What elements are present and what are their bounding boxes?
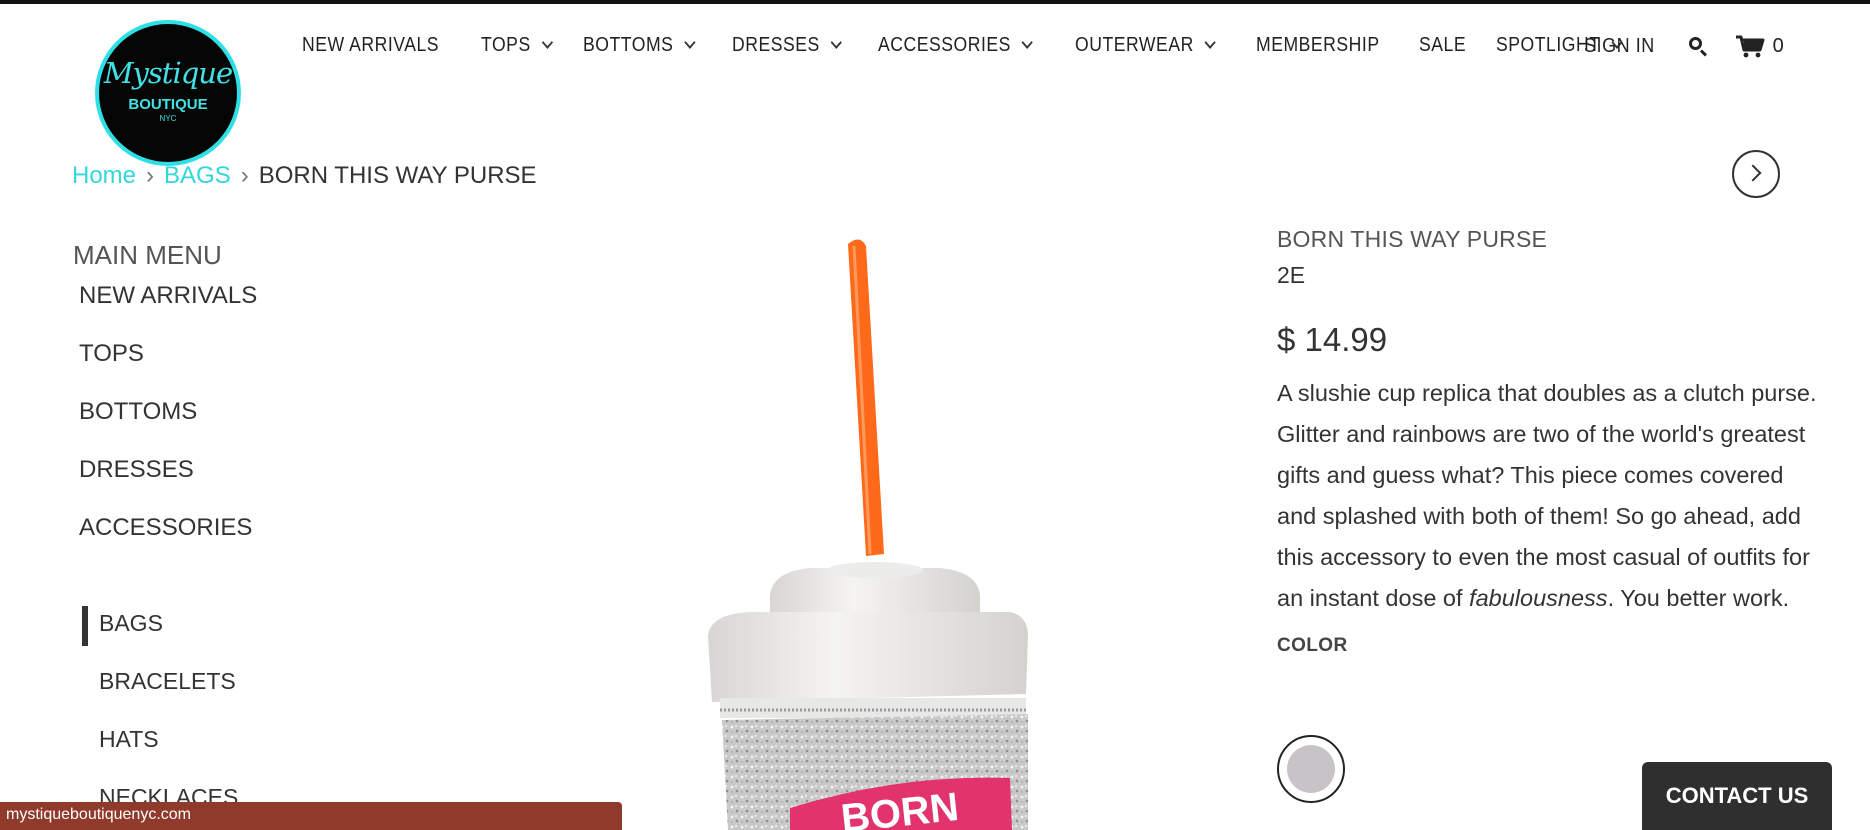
product-title: BORN THIS WAY PURSE bbox=[1277, 226, 1548, 252]
product-price: $ 14.99 bbox=[1277, 321, 1388, 358]
product-description: A slushie cup replica that doubles as a … bbox=[1277, 373, 1817, 619]
cart-icon[interactable] bbox=[1735, 34, 1765, 58]
nav-item-membership[interactable]: MEMBERSHIP bbox=[1256, 34, 1380, 57]
chevron-down-icon bbox=[541, 36, 553, 49]
sign-in-link[interactable]: SIGN IN bbox=[1584, 35, 1655, 58]
nav-item-new-arrivals[interactable]: NEW ARRIVALS bbox=[302, 34, 439, 57]
nav-label: SALE bbox=[1419, 34, 1467, 56]
description-main: A slushie cup replica that doubles as a … bbox=[1277, 380, 1817, 611]
nav-item-dresses[interactable]: DRESSES bbox=[732, 34, 842, 57]
nav-item-sale[interactable]: SALE bbox=[1419, 34, 1466, 57]
header-actions: SIGN IN 0 bbox=[1584, 34, 1784, 58]
lid-rim bbox=[708, 612, 1028, 702]
sidebar-item-tops[interactable]: TOPS bbox=[79, 340, 144, 368]
breadcrumb-current: BORN THIS WAY PURSE bbox=[258, 162, 537, 189]
nav-label: OUTERWEAR bbox=[1074, 34, 1194, 56]
sidebar-item-new-arrivals[interactable]: NEW ARRIVALS bbox=[79, 282, 257, 310]
cart-count[interactable]: 0 bbox=[1773, 35, 1785, 58]
chevron-down-icon bbox=[1021, 36, 1033, 49]
nav-label: TOPS bbox=[480, 34, 531, 56]
chevron-down-icon bbox=[1204, 36, 1216, 49]
logo[interactable]: Mystique BOUTIQUE NYC bbox=[95, 20, 241, 166]
product-info: BORN THIS WAY PURSE 2E $ 14.99 A slushie… bbox=[1277, 226, 1817, 803]
sidebar-item-accessories[interactable]: ACCESSORIES bbox=[79, 514, 252, 542]
color-swatch[interactable] bbox=[1277, 735, 1345, 803]
description-emphasis: fabulousness bbox=[1469, 585, 1608, 611]
nav-item-outerwear[interactable]: OUTERWEAR bbox=[1074, 34, 1216, 57]
chevron-down-icon bbox=[684, 36, 696, 49]
main-nav: NEW ARRIVALS TOPS BOTTOMS DRESSES ACCESS… bbox=[302, 34, 1661, 57]
logo-nyc: NYC bbox=[159, 114, 177, 123]
description-end: . You better work. bbox=[1607, 585, 1790, 611]
sidebar-item-dresses[interactable]: DRESSES bbox=[79, 456, 194, 484]
product-sku: 2E bbox=[1277, 262, 1306, 288]
nav-label: ACCESSORIES bbox=[877, 34, 1011, 56]
search-icon[interactable] bbox=[1687, 35, 1709, 57]
status-bar-url: mystiqueboutiquenyc.com bbox=[0, 802, 622, 830]
nav-item-accessories[interactable]: ACCESSORIES bbox=[877, 34, 1033, 57]
slushie-cup-purse-illustration: BORN bbox=[708, 239, 1028, 830]
logo-boutique: BOUTIQUE bbox=[128, 96, 208, 113]
contact-us-button[interactable]: CONTACT US bbox=[1642, 762, 1832, 830]
sidebar: MAIN MENU NEW ARRIVALS TOPS BOTTOMS DRES… bbox=[0, 154, 257, 830]
nav-label: MEMBERSHIP bbox=[1255, 34, 1380, 56]
next-product-icon[interactable] bbox=[1732, 150, 1780, 198]
chevron-down-icon bbox=[830, 36, 842, 49]
sidebar-subitem-bracelets[interactable]: BRACELETS bbox=[82, 668, 236, 695]
sidebar-item-bottoms[interactable]: BOTTOMS bbox=[79, 398, 197, 426]
color-label: COLOR bbox=[1277, 635, 1348, 656]
product-image[interactable]: BORN bbox=[250, 154, 1250, 830]
logo-script: Mystique bbox=[103, 56, 233, 90]
nav-label: BOTTOMS bbox=[583, 34, 674, 56]
sidebar-subitem-hats[interactable]: HATS bbox=[82, 726, 159, 753]
site-header: Mystique BOUTIQUE NYC NEW ARRIVALS TOPS … bbox=[0, 4, 1870, 166]
sidebar-subitem-bags[interactable]: BAGS bbox=[82, 606, 163, 646]
straw bbox=[848, 239, 884, 557]
sidebar-title: MAIN MENU bbox=[73, 240, 222, 270]
nav-item-tops[interactable]: TOPS bbox=[480, 34, 553, 57]
nav-label: NEW ARRIVALS bbox=[302, 34, 440, 56]
nav-label: DRESSES bbox=[732, 34, 820, 56]
nav-item-bottoms[interactable]: BOTTOMS bbox=[583, 34, 696, 57]
